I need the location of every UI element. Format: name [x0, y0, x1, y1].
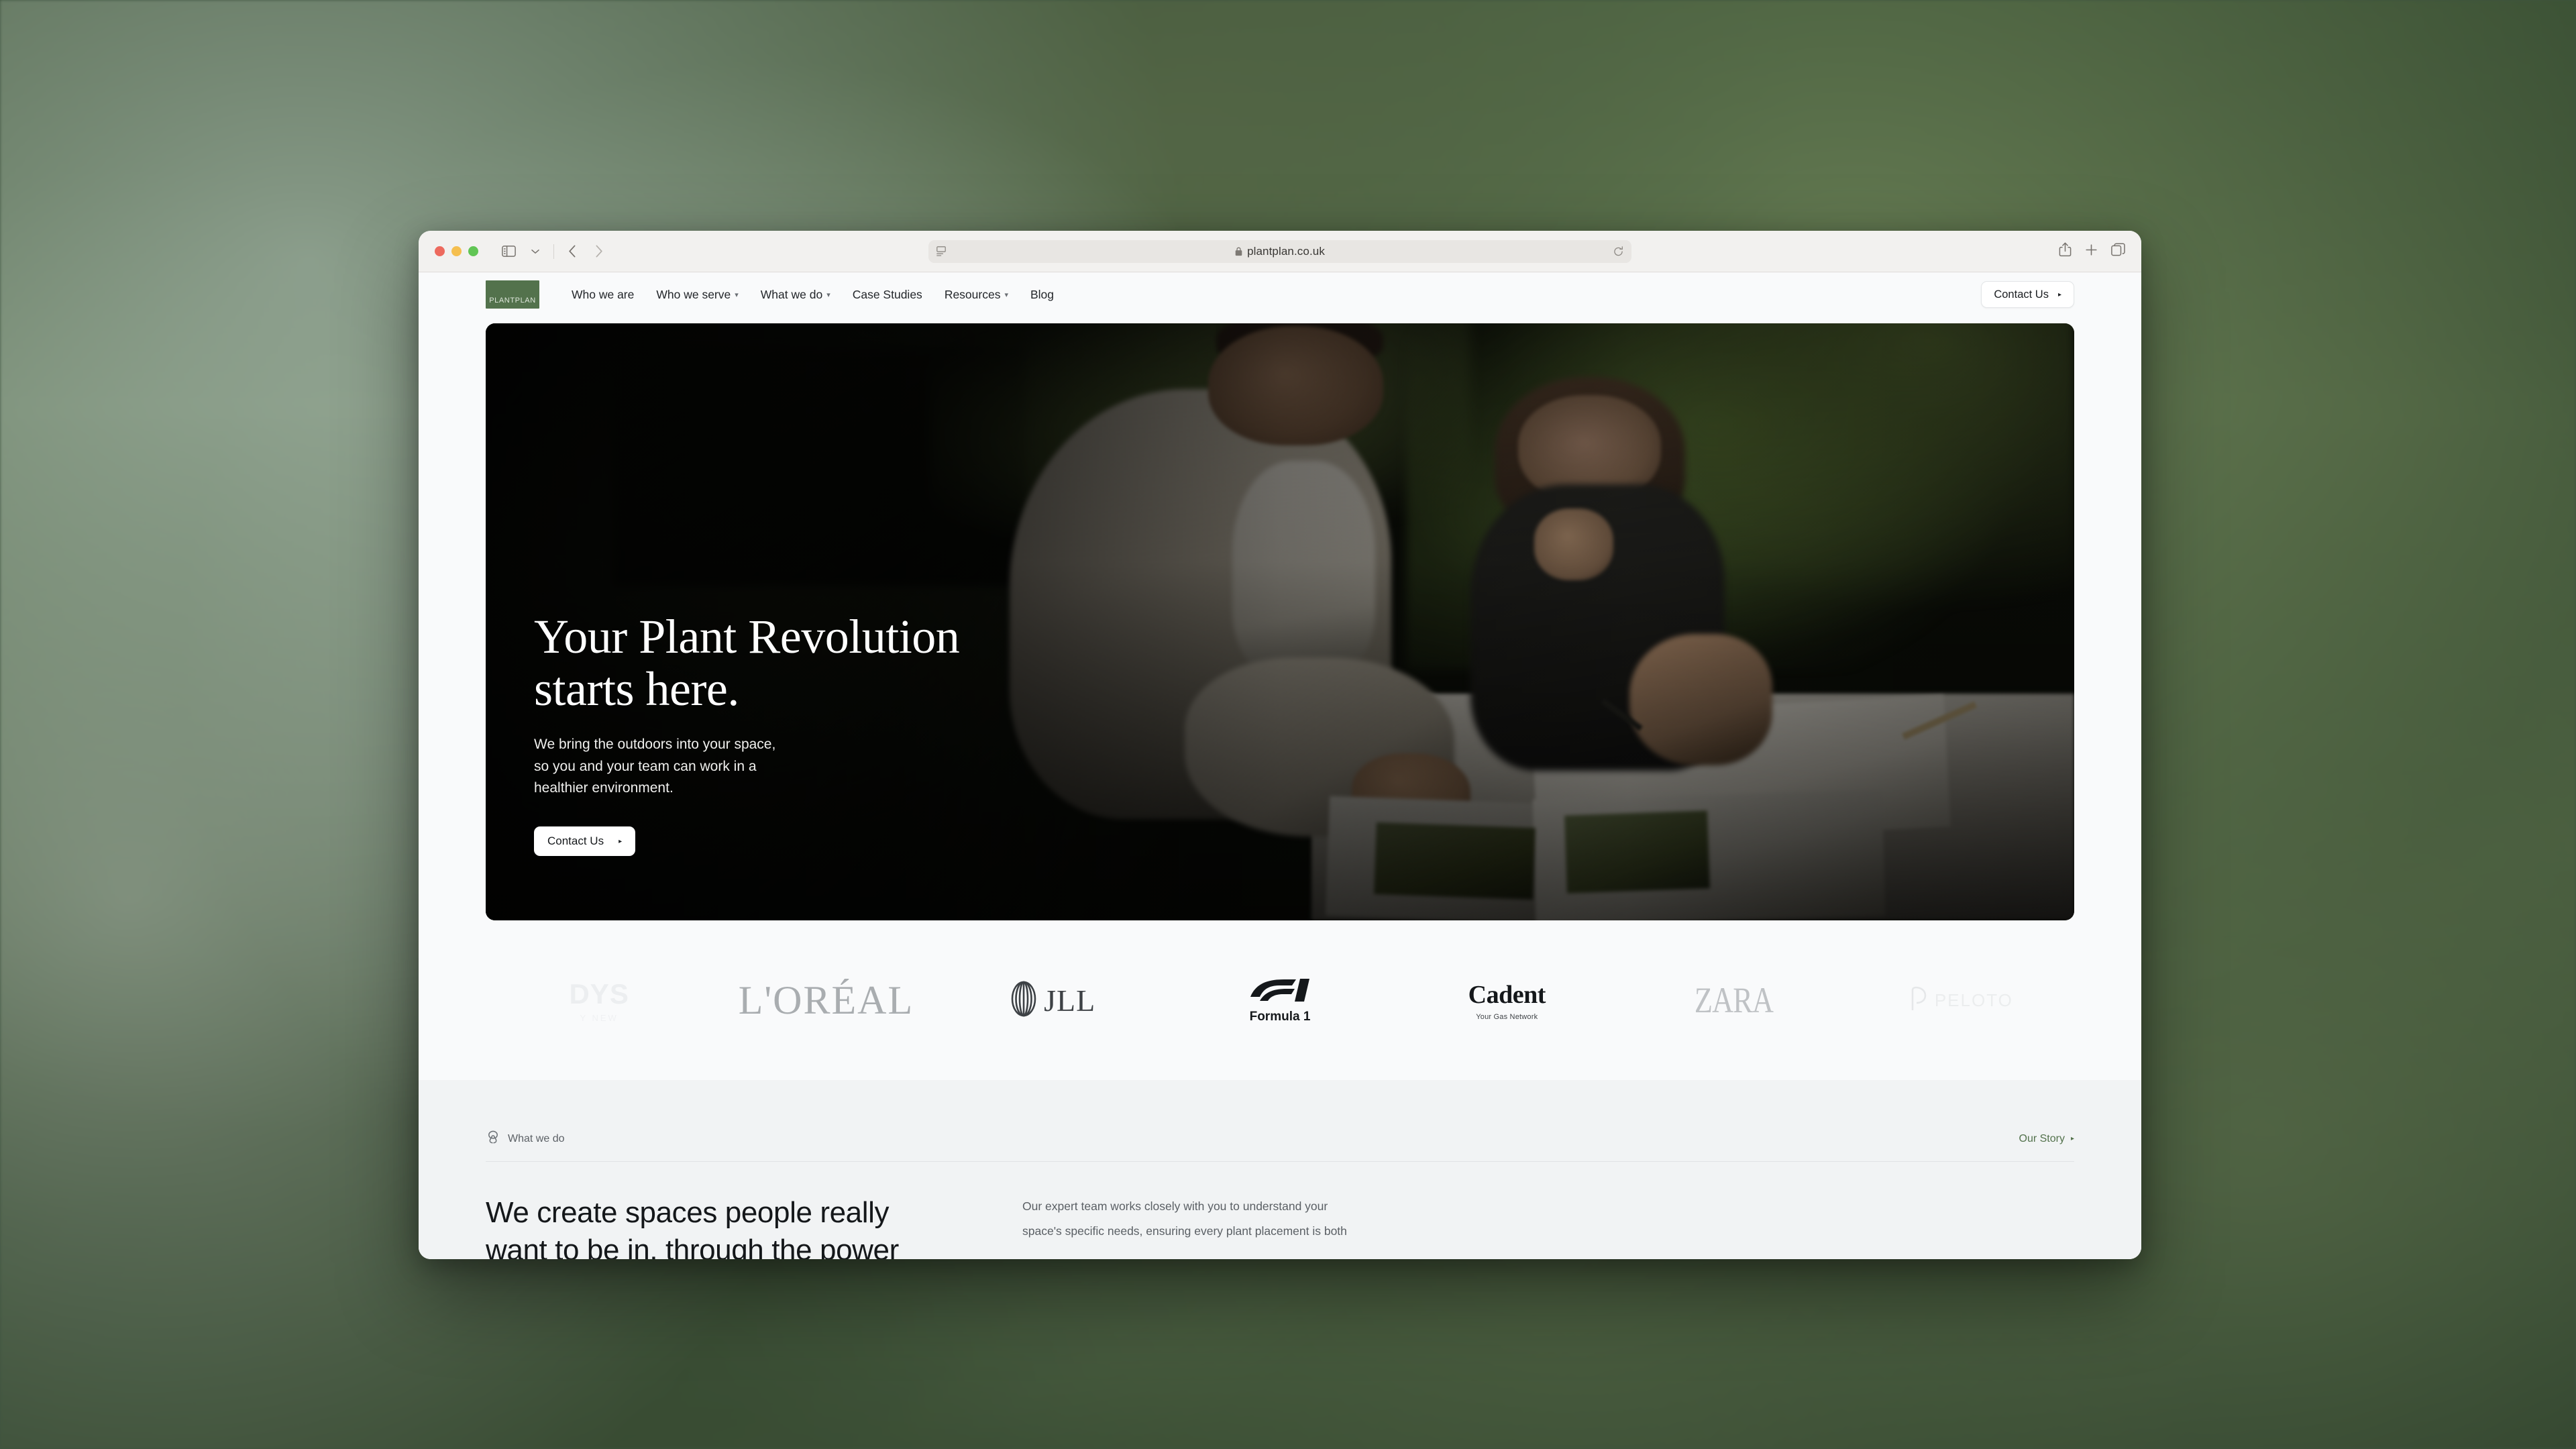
hero-title-line-2: starts here.	[534, 661, 739, 716]
reader-view-icon[interactable]	[936, 246, 946, 257]
nav-item-what-we-do[interactable]: What we do ▾	[761, 288, 830, 302]
jll-logo: JLL	[940, 920, 1167, 1080]
close-window-button[interactable]	[435, 246, 445, 256]
hero-subtitle-line-1: We bring the outdoors into your space,	[534, 737, 776, 753]
chevron-down-icon: ▾	[1004, 290, 1008, 299]
section-paragraph-line-1: Our expert team works closely with you t…	[1022, 1199, 1328, 1213]
forward-arrow-icon[interactable]	[588, 241, 610, 262]
hero-content: Your Plant Revolution starts here. We br…	[534, 609, 960, 856]
dyson-logo-sub: Y NEW	[580, 1012, 619, 1023]
loreal-logo-text: L'ORÉAL	[738, 977, 914, 1022]
page-viewport: PLANTPLAN Who we are Who we serve ▾ What…	[419, 272, 2141, 1259]
window-controls	[435, 246, 478, 256]
lock-icon	[1235, 247, 1242, 256]
cadent-logo-sub: Your Gas Network	[1476, 1012, 1538, 1021]
nav-item-label: Case Studies	[852, 287, 922, 301]
arrow-right-icon: ▸	[619, 837, 623, 845]
peloton-mark-icon	[1909, 986, 1929, 1015]
nav-item-label: Resources	[944, 287, 1001, 301]
nav-contact-us-label: Contact Us	[1994, 288, 2049, 301]
nav-item-label: Who we serve	[656, 287, 731, 301]
hero-title: Your Plant Revolution starts here.	[534, 609, 960, 716]
navigation-controls	[497, 241, 610, 262]
formula1-logo-text: Formula 1	[1249, 1009, 1311, 1024]
section-body: We create spaces people really want to b…	[486, 1162, 2074, 1259]
our-story-label: Our Story	[2019, 1132, 2065, 1144]
leaf-icon	[486, 1130, 500, 1148]
minimize-window-button[interactable]	[451, 246, 462, 256]
nav-item-who-we-serve[interactable]: Who we serve ▾	[656, 288, 738, 302]
section-title-line-1: We create spaces people really	[486, 1196, 890, 1229]
url-text: plantplan.co.uk	[1247, 244, 1325, 258]
section-title-line-2: want to be in, through the power	[486, 1234, 899, 1259]
jll-mark-icon	[1010, 981, 1037, 1020]
tab-overview-icon[interactable]	[2111, 243, 2125, 260]
address-bar-label: plantplan.co.uk	[928, 245, 1631, 258]
site-logo-text: PLANTPLAN	[489, 297, 536, 305]
hero-subtitle-line-2: so you and your team can work in a	[534, 758, 757, 774]
arrow-right-icon: ▸	[2057, 290, 2061, 299]
hero-banner: Your Plant Revolution starts here. We br…	[486, 323, 2074, 920]
site-navigation: PLANTPLAN Who we are Who we serve ▾ What…	[419, 272, 2141, 317]
sidebar-icon[interactable]	[497, 241, 520, 262]
sidebar-chevron-down-icon[interactable]	[524, 241, 547, 262]
hero-subtitle-line-3: healthier environment.	[534, 780, 674, 796]
reload-icon[interactable]	[1613, 246, 1623, 257]
peloton-logo: PELOTO	[1847, 920, 2074, 1080]
toolbar-divider	[553, 244, 554, 259]
formula1-logo: Formula 1	[1167, 920, 1393, 1080]
nav-item-resources[interactable]: Resources ▾	[945, 288, 1008, 302]
nav-item-blog[interactable]: Blog	[1030, 288, 1054, 302]
loreal-logo: L'ORÉAL	[712, 920, 939, 1080]
cadent-logo: Cadent Your Gas Network	[1393, 920, 1620, 1080]
section-title: We create spaces people really want to b…	[486, 1194, 969, 1259]
zara-logo-text: ZARA	[1694, 980, 1774, 1020]
nav-item-who-we-are[interactable]: Who we are	[572, 288, 634, 302]
section-eyebrow-label: What we do	[508, 1132, 565, 1144]
share-icon[interactable]	[2059, 242, 2072, 260]
nav-item-label: Blog	[1030, 287, 1055, 301]
address-bar[interactable]: plantplan.co.uk	[928, 239, 1631, 263]
nav-contact-us-button[interactable]: Contact Us ▸	[1981, 281, 2074, 308]
zara-logo: ZARA	[1620, 920, 1847, 1080]
browser-toolbar: plantplan.co.uk	[419, 231, 2141, 272]
hero-section: Your Plant Revolution starts here. We br…	[419, 317, 2141, 920]
hero-contact-us-button[interactable]: Contact Us ▸	[534, 826, 636, 856]
nav-item-label: What we do	[760, 287, 823, 301]
nav-item-case-studies[interactable]: Case Studies	[853, 288, 922, 302]
arrow-right-icon: ▸	[2070, 1135, 2074, 1142]
nav-links: Who we are Who we serve ▾ What we do ▾ C…	[572, 288, 1054, 302]
chevron-down-icon: ▾	[735, 290, 739, 299]
our-story-link[interactable]: Our Story ▸	[2019, 1133, 2075, 1145]
toolbar-actions	[2059, 242, 2125, 260]
cadent-logo-text: Cadent	[1468, 980, 1546, 1009]
site-logo[interactable]: PLANTPLAN	[486, 280, 539, 309]
jll-logo-text: JLL	[1044, 983, 1096, 1018]
section-paragraph-line-2: space's specific needs, ensuring every p…	[1022, 1224, 1347, 1238]
peloton-logo-text: PELOTO	[1934, 989, 2013, 1010]
section-eyebrow: What we do	[486, 1130, 564, 1148]
nav-item-label: Who we are	[572, 287, 635, 301]
what-we-do-section: What we do Our Story ▸ We create spaces …	[419, 1080, 2141, 1259]
section-paragraph: Our expert team works closely with you t…	[1022, 1194, 1452, 1259]
client-logos-strip: DYS Y NEW L'ORÉAL JLL Formula 1 Cadent Y…	[419, 920, 2141, 1080]
plus-icon[interactable]	[2085, 244, 2098, 260]
hero-contact-us-label: Contact Us	[547, 835, 604, 847]
dyson-logo: DYS Y NEW	[486, 920, 712, 1080]
back-arrow-icon[interactable]	[561, 241, 584, 262]
chevron-down-icon: ▾	[826, 290, 830, 299]
section-header: What we do Our Story ▸	[486, 1130, 2074, 1162]
hero-subtitle: We bring the outdoors into your space, s…	[534, 734, 959, 800]
f1-mark-icon	[1248, 977, 1312, 1007]
hero-title-line-1: Your Plant Revolution	[534, 609, 960, 663]
address-bar-container: plantplan.co.uk	[928, 239, 1631, 263]
browser-window: plantplan.co.uk PLANTPLAN Who we are Who…	[419, 231, 2141, 1259]
maximize-window-button[interactable]	[468, 246, 478, 256]
dyson-logo-text: DYS	[569, 977, 629, 1010]
